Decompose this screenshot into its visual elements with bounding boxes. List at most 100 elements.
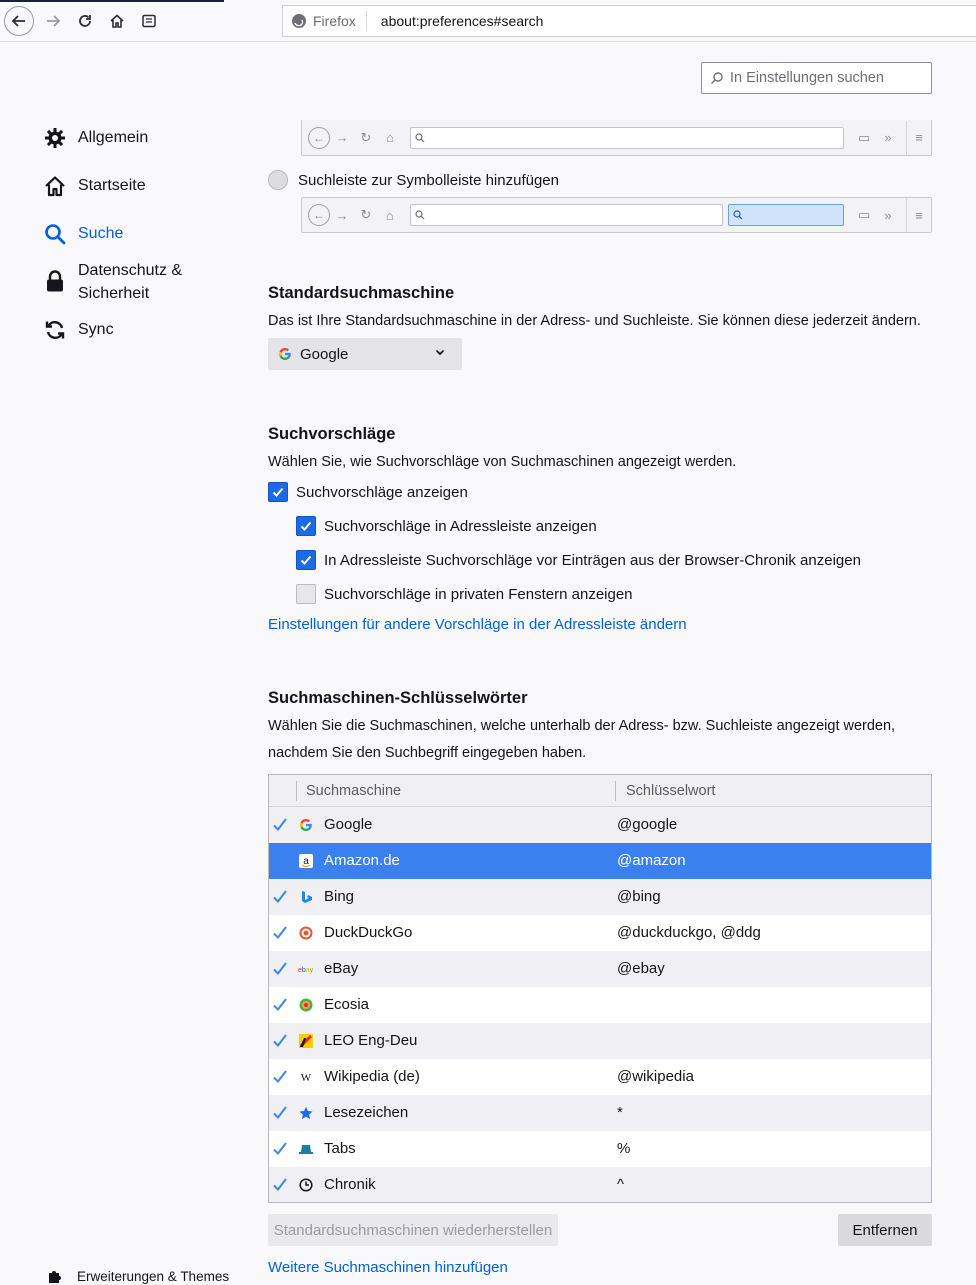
column-header-engine[interactable]: Suchmaschine bbox=[306, 783, 401, 799]
engine-keyword[interactable]: @wikipedia bbox=[617, 1068, 694, 1085]
table-header: Suchmaschine Schlüsselwort bbox=[269, 775, 931, 807]
private-suggestions-option[interactable]: Suchvorschläge in privaten Fenstern anze… bbox=[296, 584, 633, 604]
engine-name: Wikipedia (de) bbox=[324, 1068, 420, 1085]
engine-name: Chronik bbox=[324, 1176, 376, 1193]
show-suggestions-option[interactable]: Suchvorschläge anzeigen bbox=[268, 482, 468, 502]
clock-icon bbox=[298, 1177, 314, 1193]
checkmark-icon[interactable] bbox=[272, 816, 288, 834]
default-engine-select[interactable]: Google bbox=[268, 338, 462, 370]
preview-home-icon: ⌂ bbox=[386, 130, 394, 145]
forward-button[interactable] bbox=[38, 6, 68, 36]
suggestions-before-history-checkbox[interactable] bbox=[296, 550, 316, 570]
preferences-search-input[interactable]: In Einstellungen suchen bbox=[701, 62, 932, 94]
suggestions-before-history-option[interactable]: In Adressleiste Suchvorschläge vor Eintr… bbox=[296, 550, 861, 570]
svg-text:ebay: ebay bbox=[298, 967, 314, 974]
table-row[interactable]: Bing @bing bbox=[269, 879, 931, 915]
row-checkbox[interactable] bbox=[272, 852, 288, 870]
engine-keyword[interactable]: @google bbox=[617, 816, 677, 833]
sidebar-label-datenschutz: Datenschutz & Sicherheit bbox=[78, 259, 182, 305]
table-row[interactable]: LEO Eng-Deu bbox=[269, 1023, 931, 1059]
other-suggestions-link[interactable]: Einstellungen für andere Vorschläge in d… bbox=[268, 616, 687, 633]
identity-box[interactable]: Firefox bbox=[283, 11, 367, 31]
table-row[interactable]: Chronik ^ bbox=[269, 1167, 931, 1202]
preview-search-icon bbox=[733, 210, 743, 220]
checkmark-icon[interactable] bbox=[272, 924, 288, 942]
preview-url-field bbox=[410, 126, 844, 149]
back-button[interactable] bbox=[4, 6, 34, 36]
ecosia-icon bbox=[298, 997, 314, 1013]
remove-button[interactable]: Entfernen bbox=[838, 1214, 932, 1246]
home-button[interactable] bbox=[102, 6, 132, 36]
add-searchbar-radio[interactable]: Suchleiste zur Symbolleiste hinzufügen bbox=[268, 170, 559, 190]
table-row[interactable]: a Amazon.de @amazon bbox=[269, 843, 931, 879]
engine-keyword[interactable]: * bbox=[617, 1104, 623, 1121]
duckduckgo-icon bbox=[298, 925, 314, 941]
checkmark-icon[interactable] bbox=[272, 1176, 288, 1194]
checkmark-icon[interactable] bbox=[272, 888, 288, 906]
sidebar-item-sync[interactable]: Sync bbox=[44, 318, 114, 341]
url-text[interactable]: about:preferences#search bbox=[367, 13, 544, 29]
sidebar-item-startseite[interactable]: Startseite bbox=[44, 174, 146, 197]
preview-forward-icon: → bbox=[335, 207, 349, 223]
preview-url-field bbox=[409, 204, 724, 226]
preview-home-icon: ⌂ bbox=[385, 207, 394, 223]
urlbar-suggestions-option[interactable]: Suchvorschläge in Adressleiste anzeigen bbox=[296, 516, 597, 536]
private-suggestions-checkbox[interactable] bbox=[296, 584, 316, 604]
checkmark-icon[interactable] bbox=[272, 960, 288, 978]
restore-defaults-button[interactable]: Standardsuchmaschinen wiederherstellen bbox=[268, 1214, 558, 1246]
preview-back-icon: ← bbox=[308, 204, 330, 226]
sidebar-label-datenschutz-line2: Sicherheit bbox=[78, 285, 150, 302]
sidebar-item-allgemein[interactable]: Allgemein bbox=[44, 126, 148, 149]
preview-overflow-icon: » bbox=[884, 130, 892, 145]
default-engine-description: Das ist Ihre Standardsuchmaschine in der… bbox=[268, 313, 921, 329]
radio-button[interactable] bbox=[268, 170, 288, 190]
sidebar-item-datenschutz[interactable]: Datenschutz & Sicherheit bbox=[44, 259, 182, 305]
table-row[interactable]: DuckDuckGo @duckduckgo, @ddg bbox=[269, 915, 931, 951]
reload-button[interactable] bbox=[70, 6, 100, 36]
svg-text:W: W bbox=[301, 1072, 312, 1084]
engine-keyword[interactable]: % bbox=[617, 1140, 630, 1157]
checkmark-icon[interactable] bbox=[272, 1068, 288, 1086]
engine-name: Bing bbox=[324, 888, 355, 905]
search-icon bbox=[44, 222, 66, 245]
checkmark-icon bbox=[300, 555, 312, 565]
table-row[interactable]: Ecosia bbox=[269, 987, 931, 1023]
tab-icon bbox=[298, 1141, 314, 1157]
preview-reload-icon: ↻ bbox=[360, 129, 372, 145]
add-engines-link[interactable]: Weitere Suchmaschinen hinzufügen bbox=[268, 1259, 508, 1276]
chevron-down-icon bbox=[435, 349, 445, 356]
checkmark-icon[interactable] bbox=[272, 1032, 288, 1050]
table-row[interactable]: ebay eBay @ebay bbox=[269, 951, 931, 987]
address-bar[interactable]: Firefox about:preferences#search bbox=[282, 5, 976, 37]
urlbar-suggestions-checkbox[interactable] bbox=[296, 516, 316, 536]
sidebar-item-extensions[interactable]: Erweiterungen & Themes bbox=[47, 1268, 229, 1284]
checkmark-icon[interactable] bbox=[272, 996, 288, 1014]
preview-sidebar-icon: ▭ bbox=[857, 207, 871, 222]
firefox-icon bbox=[292, 14, 306, 28]
gear-icon bbox=[44, 126, 66, 149]
private-suggestions-label: Suchvorschläge in privaten Fenstern anze… bbox=[324, 585, 633, 603]
engine-keyword[interactable]: ^ bbox=[617, 1176, 624, 1193]
column-separator bbox=[296, 781, 297, 801]
engine-keyword[interactable]: @duckduckgo, @ddg bbox=[617, 924, 761, 941]
lock-icon bbox=[44, 269, 66, 292]
checkmark-icon[interactable] bbox=[272, 1104, 288, 1122]
suggestions-before-history-label: In Adressleiste Suchvorschläge vor Eintr… bbox=[324, 551, 861, 569]
show-suggestions-checkbox[interactable] bbox=[268, 482, 288, 502]
home-icon bbox=[44, 174, 66, 197]
checkmark-icon[interactable] bbox=[272, 1140, 288, 1158]
sidebar-label-startseite: Startseite bbox=[78, 177, 146, 194]
table-row[interactable]: Lesezeichen * bbox=[269, 1095, 931, 1131]
preview-sidebar-icon: ▭ bbox=[857, 129, 871, 145]
table-row[interactable]: Tabs% bbox=[269, 1131, 931, 1167]
table-row[interactable]: Google @google bbox=[269, 807, 931, 843]
engine-keyword[interactable]: @amazon bbox=[617, 852, 686, 869]
reader-view-button[interactable] bbox=[134, 6, 164, 36]
column-header-keyword[interactable]: Schlüsselwort bbox=[626, 783, 715, 799]
sidebar-label-sync: Sync bbox=[78, 321, 114, 338]
sidebar-item-suche[interactable]: Suche bbox=[44, 222, 123, 245]
engine-name: DuckDuckGo bbox=[324, 924, 413, 941]
engine-keyword[interactable]: @ebay bbox=[617, 960, 665, 977]
engine-keyword[interactable]: @bing bbox=[617, 888, 661, 905]
table-row[interactable]: W Wikipedia (de) @wikipedia bbox=[269, 1059, 931, 1095]
